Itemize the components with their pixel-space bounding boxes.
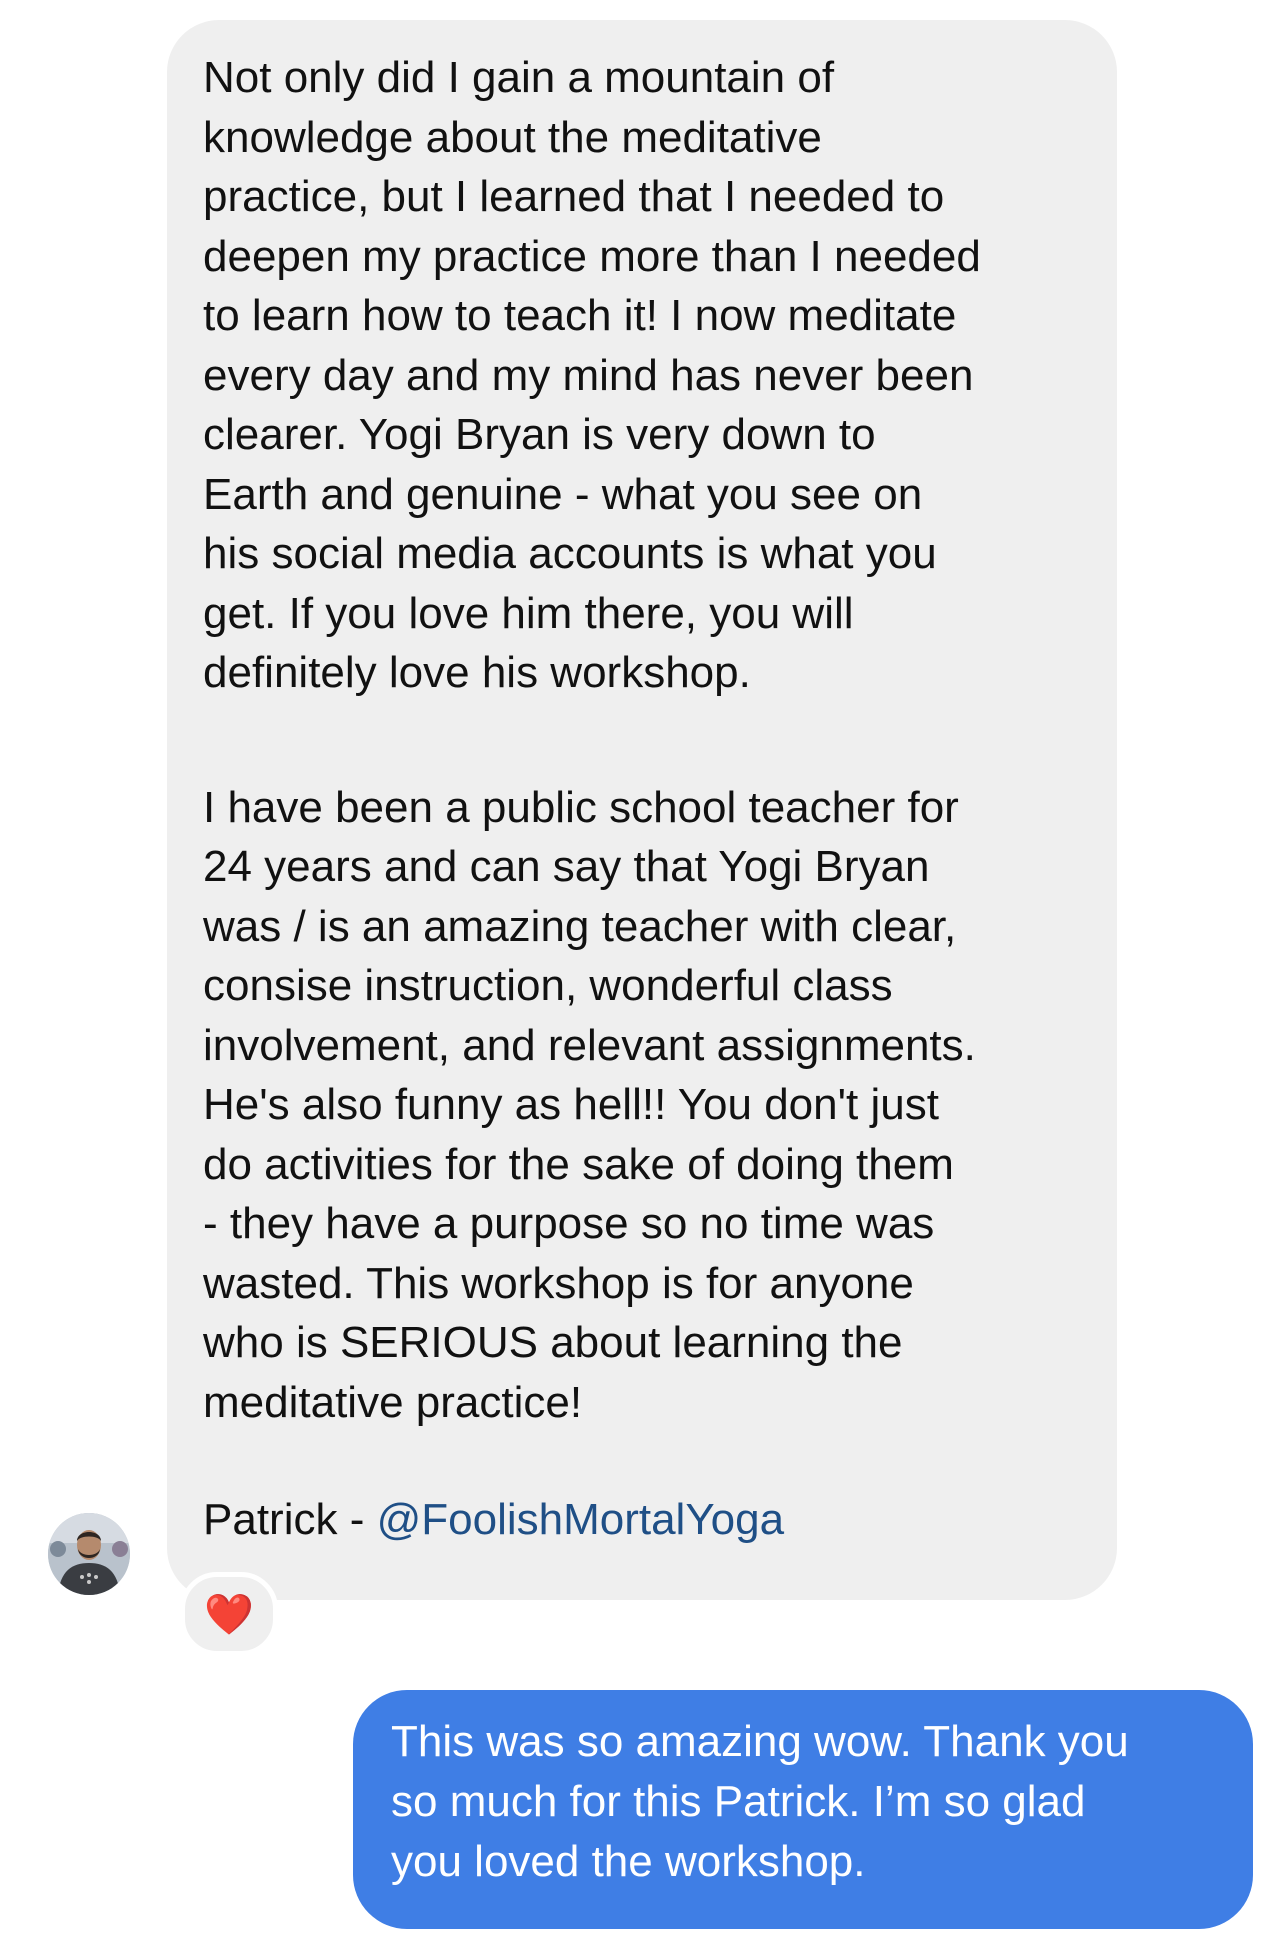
outgoing-message-text: This was so amazing wow. Thank you so mu…	[391, 1717, 1129, 1886]
incoming-message-bubble[interactable]: Not only did I gain a mountain of knowle…	[167, 20, 1117, 1600]
message-signature: Patrick - @FoolishMortalYoga	[203, 1490, 1081, 1550]
signature-name: Patrick -	[203, 1495, 377, 1544]
message-paragraph-1: Not only did I gain a mountain of knowle…	[203, 53, 981, 697]
message-thread: Not only did I gain a mountain of knowle…	[0, 0, 1284, 1939]
signature-handle-link[interactable]: @FoolishMortalYoga	[377, 1495, 784, 1544]
message-paragraph-2: I have been a public school teacher for …	[203, 782, 976, 1427]
heart-reaction[interactable]: ❤️	[180, 1572, 278, 1656]
signature-spacer	[203, 1432, 1081, 1490]
outgoing-message-bubble[interactable]: This was so amazing wow. Thank you so mu…	[353, 1690, 1253, 1929]
sender-avatar[interactable]	[48, 1513, 130, 1595]
heart-icon: ❤️	[204, 1591, 254, 1638]
avatar-photo-icon	[48, 1513, 130, 1595]
